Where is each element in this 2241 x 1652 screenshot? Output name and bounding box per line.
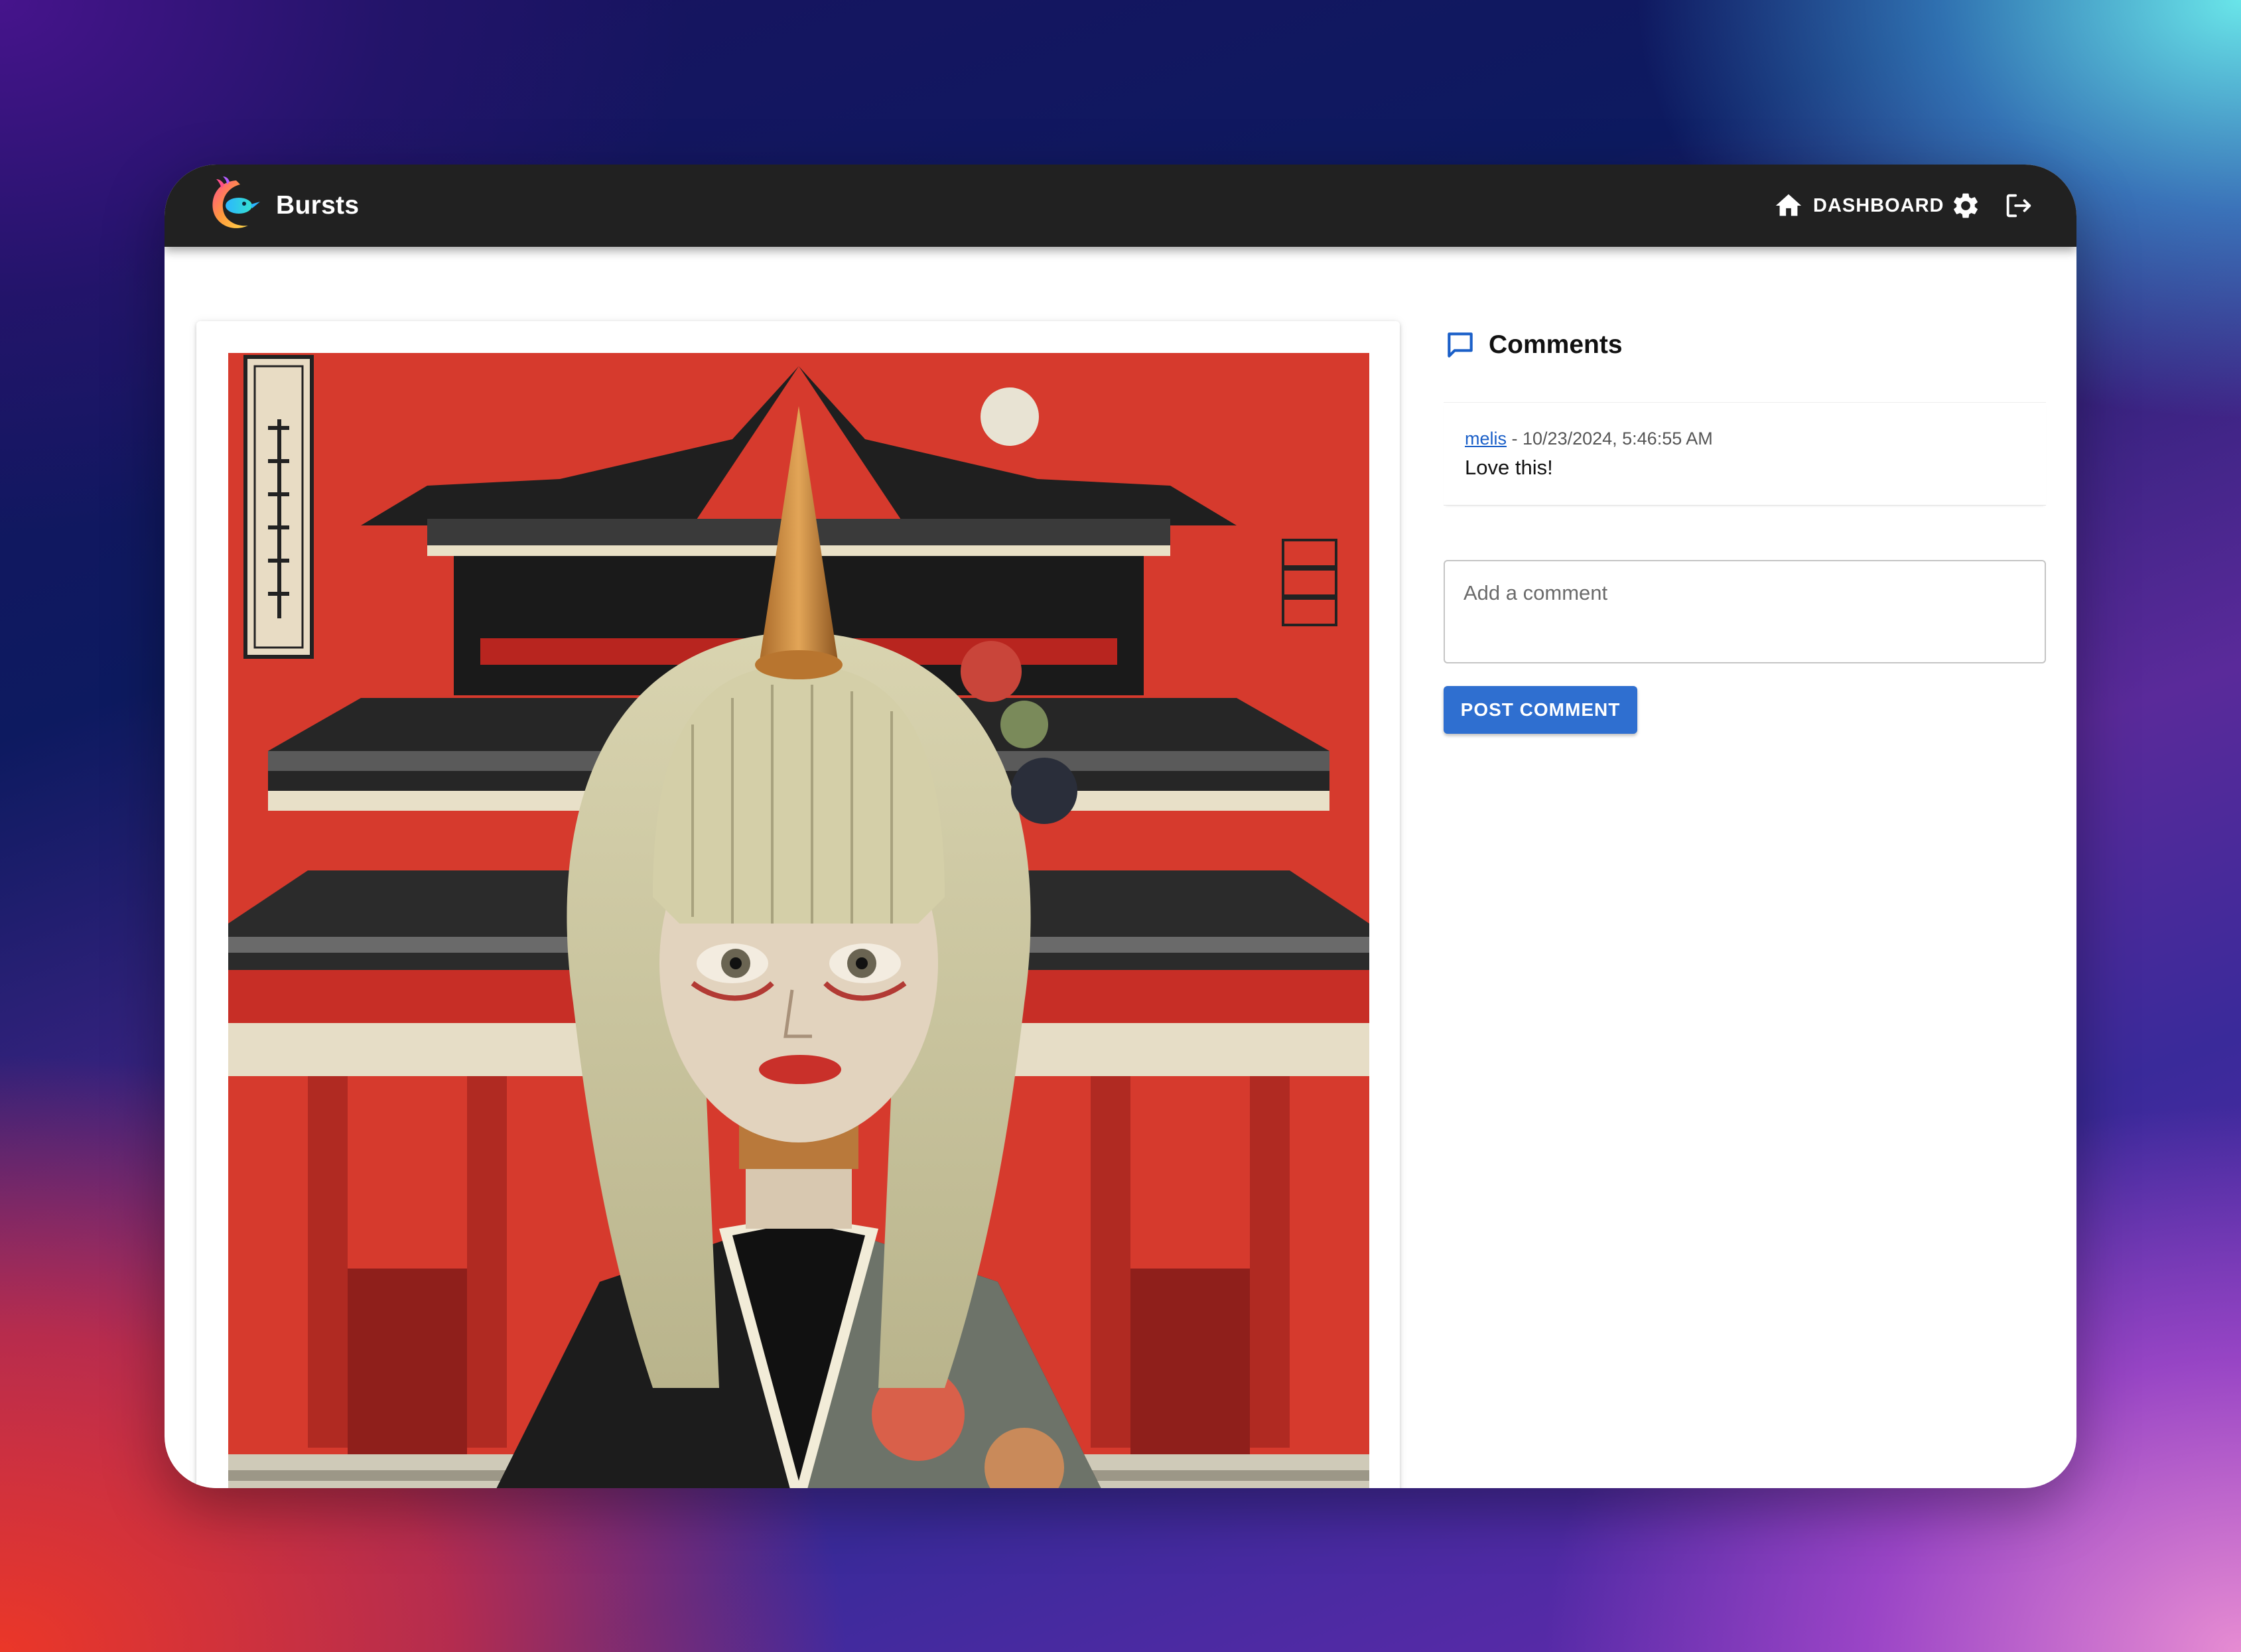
app-brand-title[interactable]: Bursts — [276, 165, 359, 247]
comment-item: melis - 10/23/2024, 5:46:55 AM Love this… — [1444, 403, 2046, 505]
comment-separator: - — [1507, 429, 1523, 448]
gear-icon — [1950, 190, 1981, 221]
logout-icon — [2003, 190, 2033, 221]
comment-text: Love this! — [1465, 456, 1553, 479]
logout-button[interactable] — [1997, 184, 2039, 227]
settings-button[interactable] — [1944, 184, 1987, 227]
comment-meta: melis - 10/23/2024, 5:46:55 AM — [1465, 425, 2025, 452]
comment-timestamp: 10/23/2024, 5:46:55 AM — [1523, 429, 1713, 448]
dashboard-nav-label: DASHBOARD — [1813, 194, 1944, 216]
post-comment-button[interactable]: POST COMMENT — [1444, 686, 1637, 734]
add-comment-input[interactable] — [1444, 560, 2046, 663]
dashboard-nav-button[interactable]: DASHBOARD — [1773, 184, 1944, 227]
top-app-bar: Bursts DASHBOARD — [165, 165, 2076, 247]
app-window: Bursts DASHBOARD Comments melis - 10/23/… — [165, 165, 2076, 1488]
post-image-card — [196, 321, 1400, 1488]
comments-header: Comments — [1444, 318, 1623, 372]
bursts-logo-icon[interactable] — [204, 175, 264, 235]
post-artwork-image[interactable] — [228, 353, 1369, 1488]
comment-author-link[interactable]: melis — [1465, 429, 1507, 448]
home-icon — [1773, 190, 1804, 221]
comment-list: melis - 10/23/2024, 5:46:55 AM Love this… — [1444, 402, 2046, 506]
comment-icon — [1444, 328, 1477, 362]
comments-title: Comments — [1489, 330, 1623, 359]
